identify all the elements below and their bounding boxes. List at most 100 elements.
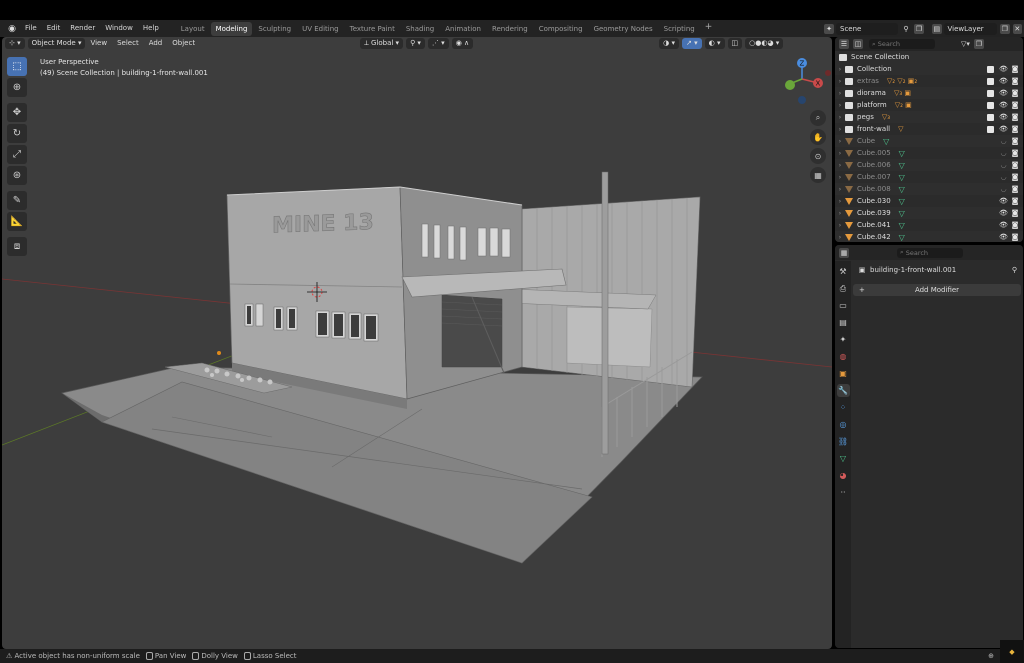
properties-search-input[interactable]: ⌕ Search [897, 247, 963, 258]
shading-modes-icon[interactable]: ○●◐◕ ▾ [745, 38, 784, 49]
perspective-toggle-icon[interactable]: ▦ [810, 167, 826, 183]
output-tab-icon[interactable]: ▭ [837, 299, 850, 312]
render-tab-icon[interactable]: ⎙ [837, 282, 850, 295]
render-camera-icon[interactable]: ◙ [1011, 197, 1019, 205]
outliner-editor-icon[interactable]: ☰ [839, 39, 849, 49]
outliner-object-row[interactable]: › Cube.006 ▽ ◡ ◙ [835, 159, 1023, 171]
render-camera-icon[interactable]: ◙ [1011, 89, 1019, 97]
gizmo-toggle-icon[interactable]: ↗ ▾ [682, 38, 702, 49]
view-layer-icon[interactable]: ▤ [932, 23, 942, 34]
tab-shading[interactable]: Shading [401, 22, 439, 36]
data-tab-icon[interactable]: ▽ [837, 452, 850, 465]
child-data-icon[interactable]: ▽ [898, 125, 903, 133]
child-data-icon[interactable]: ▽ [899, 221, 905, 230]
outliner-collection-row[interactable]: › extras ▽₂ ▽₂ ▣₂ 👁 ◙ [835, 75, 1023, 87]
display-mode-icon[interactable]: ◫ [853, 39, 863, 49]
tab-animation[interactable]: Animation [440, 22, 486, 36]
new-collection-icon[interactable]: ❐ [973, 39, 984, 49]
move-tool-icon[interactable]: ✥ [7, 103, 27, 122]
orientation-select[interactable]: ⟂ Global ▾ [360, 38, 404, 49]
more-tabs-icon[interactable]: ·· [837, 486, 850, 499]
expand-arrow-icon[interactable]: › [835, 102, 845, 109]
view-layer-field[interactable]: ViewLayer [943, 22, 997, 35]
eye-icon[interactable]: 👁 [999, 77, 1008, 85]
view-layer-tab-icon[interactable]: ▤ [837, 316, 850, 329]
world-tab-icon[interactable]: ◍ [837, 350, 850, 363]
outliner-object-row[interactable]: › Cube.007 ▽ ◡ ◙ [835, 171, 1023, 183]
eye-closed-icon[interactable]: ◡ [999, 137, 1008, 145]
render-camera-icon[interactable]: ◙ [1011, 125, 1019, 133]
expand-arrow-icon[interactable]: › [835, 222, 845, 229]
expand-arrow-icon[interactable]: › [835, 186, 845, 193]
render-camera-icon[interactable]: ◙ [1011, 161, 1019, 169]
tab-modeling[interactable]: Modeling [210, 21, 253, 36]
render-camera-icon[interactable]: ◙ [1011, 233, 1019, 241]
outliner-root[interactable]: Scene Collection [835, 51, 1023, 63]
blender-logo-icon[interactable]: ◉ [4, 23, 20, 35]
eye-icon[interactable]: 👁 [999, 89, 1008, 97]
menu-add[interactable]: Add [144, 37, 168, 50]
render-camera-icon[interactable]: ◙ [1011, 221, 1019, 229]
pin-properties-icon[interactable]: ⚲ [1012, 266, 1017, 274]
menu-render[interactable]: Render [65, 20, 100, 37]
exclude-checkbox[interactable] [987, 113, 994, 121]
eye-icon[interactable]: 👁 [999, 125, 1008, 133]
globe-icon[interactable]: ⊕ [988, 652, 994, 660]
eye-closed-icon[interactable]: ◡ [999, 149, 1008, 157]
outliner-object-row[interactable]: › Cube.039 ▽ 👁 ◙ [835, 207, 1023, 219]
expand-arrow-icon[interactable]: › [835, 114, 845, 121]
eye-closed-icon[interactable]: ◡ [999, 173, 1008, 181]
mode-select[interactable]: Object Mode ▾ [27, 38, 86, 49]
add-modifier-button[interactable]: + Add Modifier [853, 284, 1021, 296]
eye-icon[interactable]: 👁 [999, 197, 1008, 205]
render-camera-icon[interactable]: ◙ [1011, 113, 1019, 121]
child-data-icon[interactable]: ▽₂ ▣ [895, 101, 912, 109]
scene-render[interactable]: MINE 13 Z X [2, 37, 832, 649]
eye-icon[interactable]: 👁 [999, 221, 1008, 229]
menu-select[interactable]: Select [112, 37, 144, 50]
menu-edit[interactable]: Edit [42, 20, 66, 37]
remove-view-layer-icon[interactable]: ✕ [1012, 23, 1023, 34]
object-tab-icon[interactable]: ▣ [837, 367, 850, 380]
exclude-checkbox[interactable] [987, 77, 994, 85]
menu-view[interactable]: View [85, 37, 112, 50]
annotate-tool-icon[interactable]: ✎ [7, 191, 27, 210]
child-data-icon[interactable]: ▽ [899, 173, 905, 182]
eye-icon[interactable]: 👁 [999, 209, 1008, 217]
outliner-object-row[interactable]: › Cube.041 ▽ 👁 ◙ [835, 219, 1023, 231]
eye-closed-icon[interactable]: ◡ [999, 185, 1008, 193]
pivot-icon[interactable]: ⚲ ▾ [406, 38, 425, 49]
xray-toggle-icon[interactable]: ◫ [727, 38, 743, 49]
copy-scene-icon[interactable]: ❐ [914, 23, 924, 34]
cursor-tool-icon[interactable]: ⊕ [7, 78, 27, 97]
outliner-collection-row[interactable]: › pegs ▽₃ 👁 ◙ [835, 111, 1023, 123]
physics-tab-icon[interactable]: ◎ [837, 418, 850, 431]
expand-arrow-icon[interactable]: › [835, 198, 845, 205]
modifier-tab-icon[interactable]: 🔧 [836, 384, 850, 397]
camera-view-icon[interactable]: ⊙ [810, 148, 826, 164]
eye-closed-icon[interactable]: ◡ [999, 161, 1008, 169]
scale-tool-icon[interactable]: ⤢ [7, 145, 27, 164]
expand-arrow-icon[interactable]: › [835, 162, 845, 169]
outliner-object-row[interactable]: › Cube.005 ▽ ◡ ◙ [835, 147, 1023, 159]
render-camera-icon[interactable]: ◙ [1011, 149, 1019, 157]
outliner-object-row[interactable]: › Cube.030 ▽ 👁 ◙ [835, 195, 1023, 207]
expand-arrow-icon[interactable]: › [835, 126, 845, 133]
outliner-collection-row[interactable]: › Collection 👁 ◙ [835, 63, 1023, 75]
tab-sculpting[interactable]: Sculpting [253, 22, 296, 36]
child-data-icon[interactable]: ▽₃ [882, 113, 890, 121]
outliner-search-input[interactable]: ⌕ Search [869, 39, 935, 49]
menu-file[interactable]: File [20, 20, 42, 37]
render-camera-icon[interactable]: ◙ [1011, 137, 1019, 145]
constraints-tab-icon[interactable]: ⛓ [837, 435, 850, 448]
render-camera-icon[interactable]: ◙ [1011, 65, 1019, 73]
exclude-checkbox[interactable] [987, 65, 994, 73]
copy-view-layer-icon[interactable]: ❐ [999, 23, 1010, 34]
outliner-object-row[interactable]: › Cube ▽ ◡ ◙ [835, 135, 1023, 147]
menu-window[interactable]: Window [100, 20, 138, 37]
overlay-toggle-icon[interactable]: ◐ ▾ [704, 38, 725, 49]
expand-arrow-icon[interactable]: › [835, 66, 845, 73]
expand-arrow-icon[interactable]: › [835, 174, 845, 181]
3d-viewport[interactable]: MINE 13 Z X ⊹ ▾ Object Mode ▾ View Selec… [2, 37, 832, 649]
child-data-icon[interactable]: ▽ [883, 137, 889, 146]
